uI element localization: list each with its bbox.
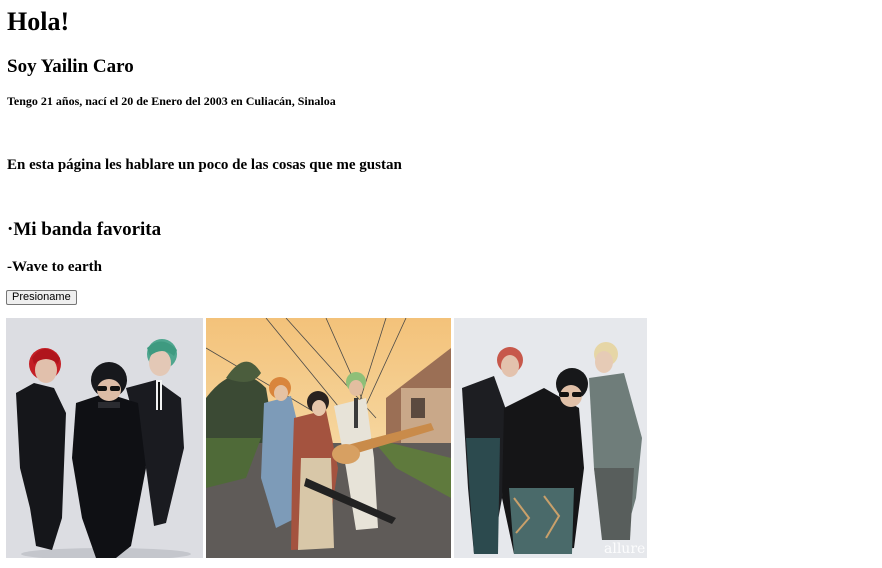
allure-watermark: allure [604,541,645,557]
intro-text: En esta página les hablare un poco de la… [7,157,402,173]
bio-text: Tengo 21 años, nací el 20 de Enero del 2… [7,94,336,108]
band-photo-1 [6,318,203,558]
press-button[interactable]: Presioname [6,290,77,305]
band-photo-3: allure [454,318,647,558]
name-heading: Soy Yailin Caro [7,56,134,77]
greeting-heading: Hola! [7,7,70,36]
band-name: -Wave to earth [7,259,102,275]
section-title: ·Mi banda favorita [7,219,162,240]
band-photo-2 [206,318,451,558]
